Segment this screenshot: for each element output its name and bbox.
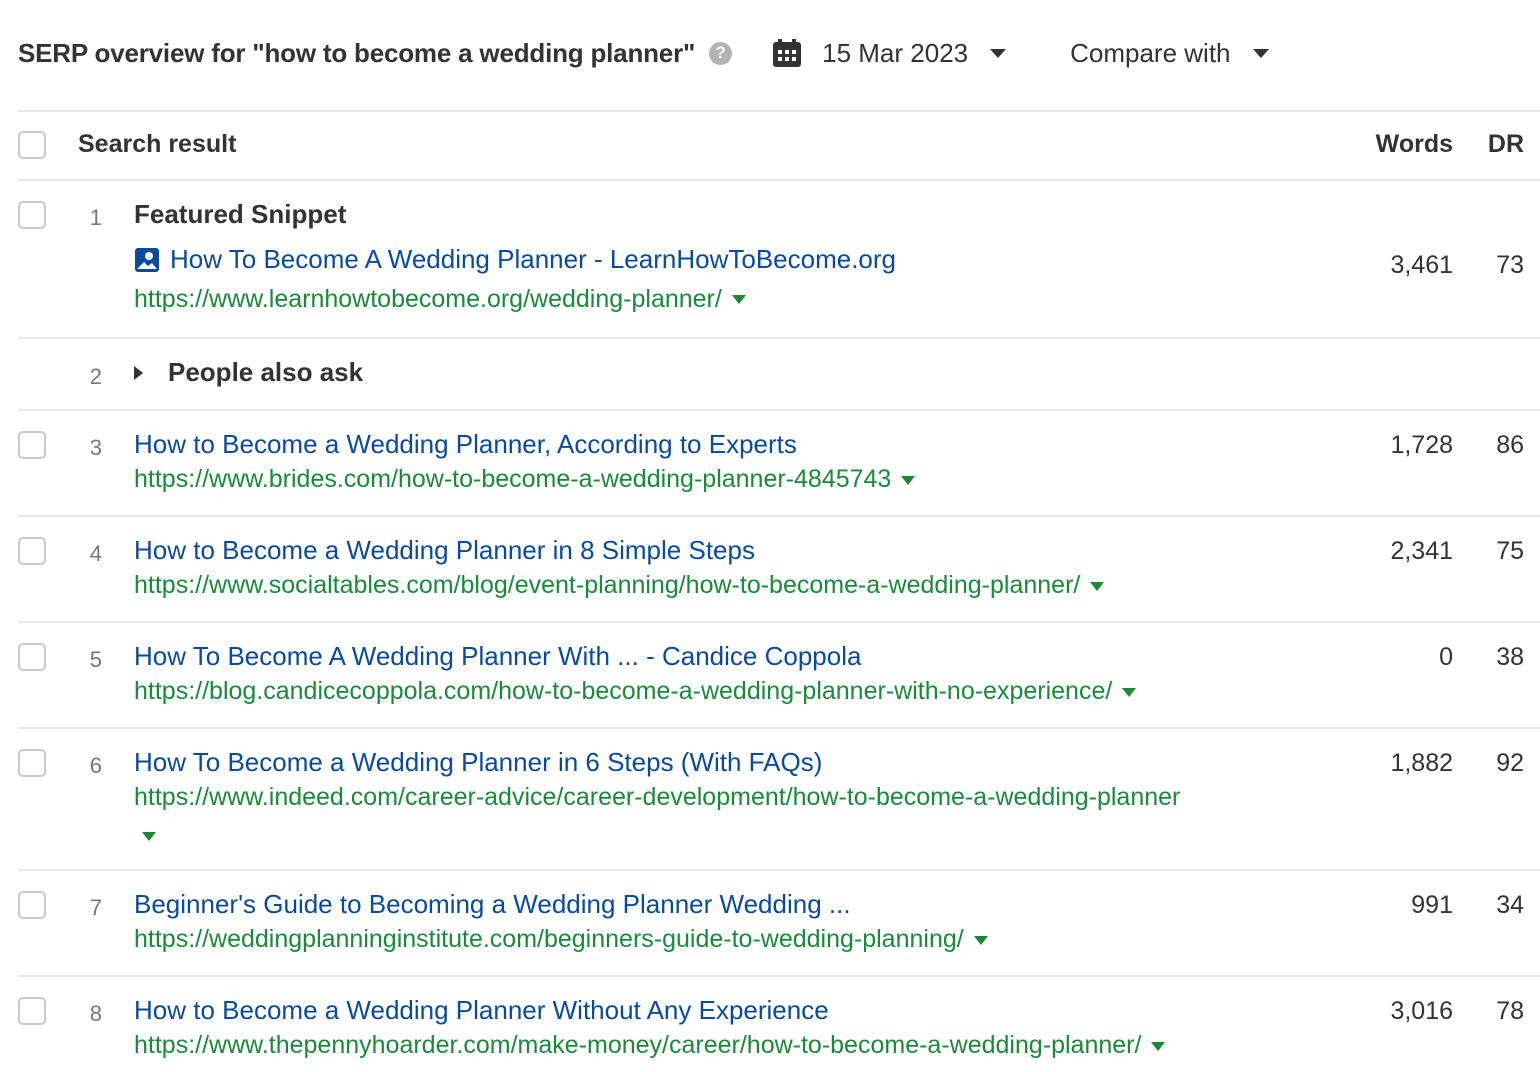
result-content: How to Become a Wedding Planner Without …: [134, 995, 1350, 1064]
position-number: 6: [89, 753, 102, 778]
result-title-link[interactable]: Beginner's Guide to Becoming a Wedding P…: [134, 889, 851, 920]
position-number: 7: [89, 895, 102, 920]
column-header-dr[interactable]: DR: [1488, 130, 1524, 159]
table-row: 3 How to Become a Wedding Planner, Accor…: [18, 411, 1540, 515]
table-row: 2 People also ask: [18, 339, 1540, 409]
page-title: SERP overview for "how to become a weddi…: [18, 37, 696, 68]
domain-rating: 38: [1496, 643, 1524, 671]
calendar-icon: [773, 39, 802, 67]
result-content: How To Become A Wedding Planner With ...…: [134, 641, 1350, 710]
result-url[interactable]: https://www.indeed.com/career-advice/car…: [134, 778, 1360, 854]
table-row: 7 Beginner's Guide to Becoming a Wedding…: [18, 871, 1540, 975]
help-icon[interactable]: ?: [709, 41, 733, 65]
result-url-text: https://www.learnhowtobecome.org/wedding…: [134, 284, 722, 313]
url-dropdown-caret-icon[interactable]: [973, 935, 988, 945]
result-url-text: https://blog.candicecoppola.com/how-to-b…: [134, 677, 1113, 705]
position-number: 5: [89, 647, 102, 672]
url-dropdown-caret-icon[interactable]: [1151, 1041, 1166, 1051]
result-url-text: https://weddingplanninginstitute.com/beg…: [134, 925, 964, 953]
serp-table: Search result Words DR 1 Featured Snippe…: [18, 110, 1540, 1072]
table-row: 6 How To Become a Wedding Planner in 6 S…: [18, 729, 1540, 869]
serp-feature-label: Featured Snippet: [134, 199, 347, 229]
result-title-link[interactable]: How to Become a Wedding Planner in 8 Sim…: [134, 535, 755, 566]
result-content: Beginner's Guide to Becoming a Wedding P…: [134, 889, 1350, 958]
domain-rating: 92: [1496, 749, 1524, 777]
table-row: 4 How to Become a Wedding Planner in 8 S…: [18, 517, 1540, 621]
row-checkbox[interactable]: [18, 201, 46, 229]
result-content: How to Become a Wedding Planner in 8 Sim…: [134, 535, 1350, 604]
result-url[interactable]: https://www.brides.com/how-to-become-a-w…: [134, 460, 1350, 498]
position-number: 8: [89, 1001, 102, 1026]
result-title-link[interactable]: How To Become a Wedding Planner in 6 Ste…: [134, 747, 822, 778]
result-title-link[interactable]: How To Become A Wedding Planner With ...…: [134, 641, 861, 672]
position-number: 3: [89, 435, 102, 460]
compare-dropdown-caret-icon: [1252, 48, 1269, 58]
result-content: How To Become a Wedding Planner in 6 Ste…: [134, 747, 1360, 854]
domain-rating: 34: [1496, 891, 1524, 919]
domain-rating: 78: [1496, 997, 1524, 1025]
url-dropdown-caret-icon[interactable]: [1090, 581, 1105, 591]
image-icon: [135, 247, 159, 272]
compare-with-label: Compare with: [1070, 37, 1231, 68]
date-label: 15 Mar 2023: [822, 37, 969, 68]
result-url[interactable]: https://www.thepennyhoarder.com/make-mon…: [134, 1026, 1350, 1064]
serp-overview-page: SERP overview for "how to become a weddi…: [0, 0, 1540, 1072]
result-url-text: https://www.brides.com/how-to-become-a-w…: [134, 465, 892, 493]
date-picker[interactable]: 15 Mar 2023: [772, 37, 1007, 69]
result-url-text: https://www.thepennyhoarder.com/make-mon…: [134, 1031, 1142, 1059]
row-checkbox[interactable]: [18, 997, 46, 1025]
domain-rating: 86: [1496, 431, 1524, 459]
words-count: 1,882: [1390, 749, 1453, 777]
result-url-text: https://www.indeed.com/career-advice/car…: [134, 783, 1181, 811]
serp-feature-label: People also ask: [168, 357, 364, 387]
url-dropdown-caret-icon[interactable]: [1122, 687, 1137, 697]
column-header-search-result: Search result: [78, 130, 237, 158]
position-number: 2: [89, 364, 102, 389]
words-count: 991: [1411, 891, 1453, 919]
url-dropdown-caret-icon[interactable]: [901, 475, 916, 485]
result-title-link[interactable]: How to Become a Wedding Planner, Accordi…: [134, 429, 797, 460]
table-header: Search result Words DR: [18, 112, 1540, 179]
table-row: 8 How to Become a Wedding Planner Withou…: [18, 977, 1540, 1072]
result-url[interactable]: https://weddingplanninginstitute.com/beg…: [134, 920, 1350, 958]
domain-rating: 73: [1496, 251, 1524, 279]
url-dropdown-caret-icon[interactable]: [731, 295, 746, 305]
words-count: 3,016: [1390, 997, 1453, 1025]
people-also-ask-toggle[interactable]: People also ask: [134, 357, 1350, 388]
date-dropdown-caret-icon: [990, 48, 1007, 58]
result-url[interactable]: https://www.learnhowtobecome.org/wedding…: [134, 280, 1350, 318]
select-all-checkbox[interactable]: [18, 131, 46, 159]
row-checkbox[interactable]: [18, 891, 46, 919]
words-count: 1,728: [1390, 431, 1453, 459]
row-checkbox[interactable]: [18, 749, 46, 777]
table-row: 5 How To Become A Wedding Planner With .…: [18, 623, 1540, 727]
expand-caret-icon[interactable]: [134, 365, 143, 380]
result-url-text: https://www.socialtables.com/blog/event-…: [134, 571, 1081, 599]
result-url[interactable]: https://www.socialtables.com/blog/event-…: [134, 566, 1350, 604]
column-header-words[interactable]: Words: [1376, 130, 1453, 159]
result-content: How to Become a Wedding Planner, Accordi…: [134, 429, 1350, 498]
compare-with-dropdown[interactable]: Compare with: [1070, 37, 1269, 69]
result-url[interactable]: https://blog.candicecoppola.com/how-to-b…: [134, 672, 1350, 710]
table-row: 1 Featured Snippet How To Become A Weddi…: [18, 181, 1540, 337]
result-content: Featured Snippet How To Become A Wedding…: [134, 199, 1350, 318]
url-dropdown-caret-icon[interactable]: [142, 831, 156, 841]
row-checkbox[interactable]: [18, 537, 46, 565]
row-checkbox[interactable]: [18, 431, 46, 459]
result-title-link[interactable]: How to Become a Wedding Planner Without …: [134, 995, 829, 1026]
domain-rating: 75: [1496, 537, 1524, 565]
position-number: 1: [89, 205, 102, 230]
position-number: 4: [89, 541, 102, 566]
serp-header: SERP overview for "how to become a weddi…: [18, 30, 1518, 76]
words-count: 3,461: [1390, 251, 1453, 279]
words-count: 2,341: [1390, 537, 1453, 565]
result-title-link[interactable]: How To Become A Wedding Planner - LearnH…: [134, 244, 896, 275]
result-title-text: How To Become A Wedding Planner - LearnH…: [170, 244, 896, 274]
words-count: 0: [1439, 643, 1453, 671]
row-checkbox[interactable]: [18, 643, 46, 671]
